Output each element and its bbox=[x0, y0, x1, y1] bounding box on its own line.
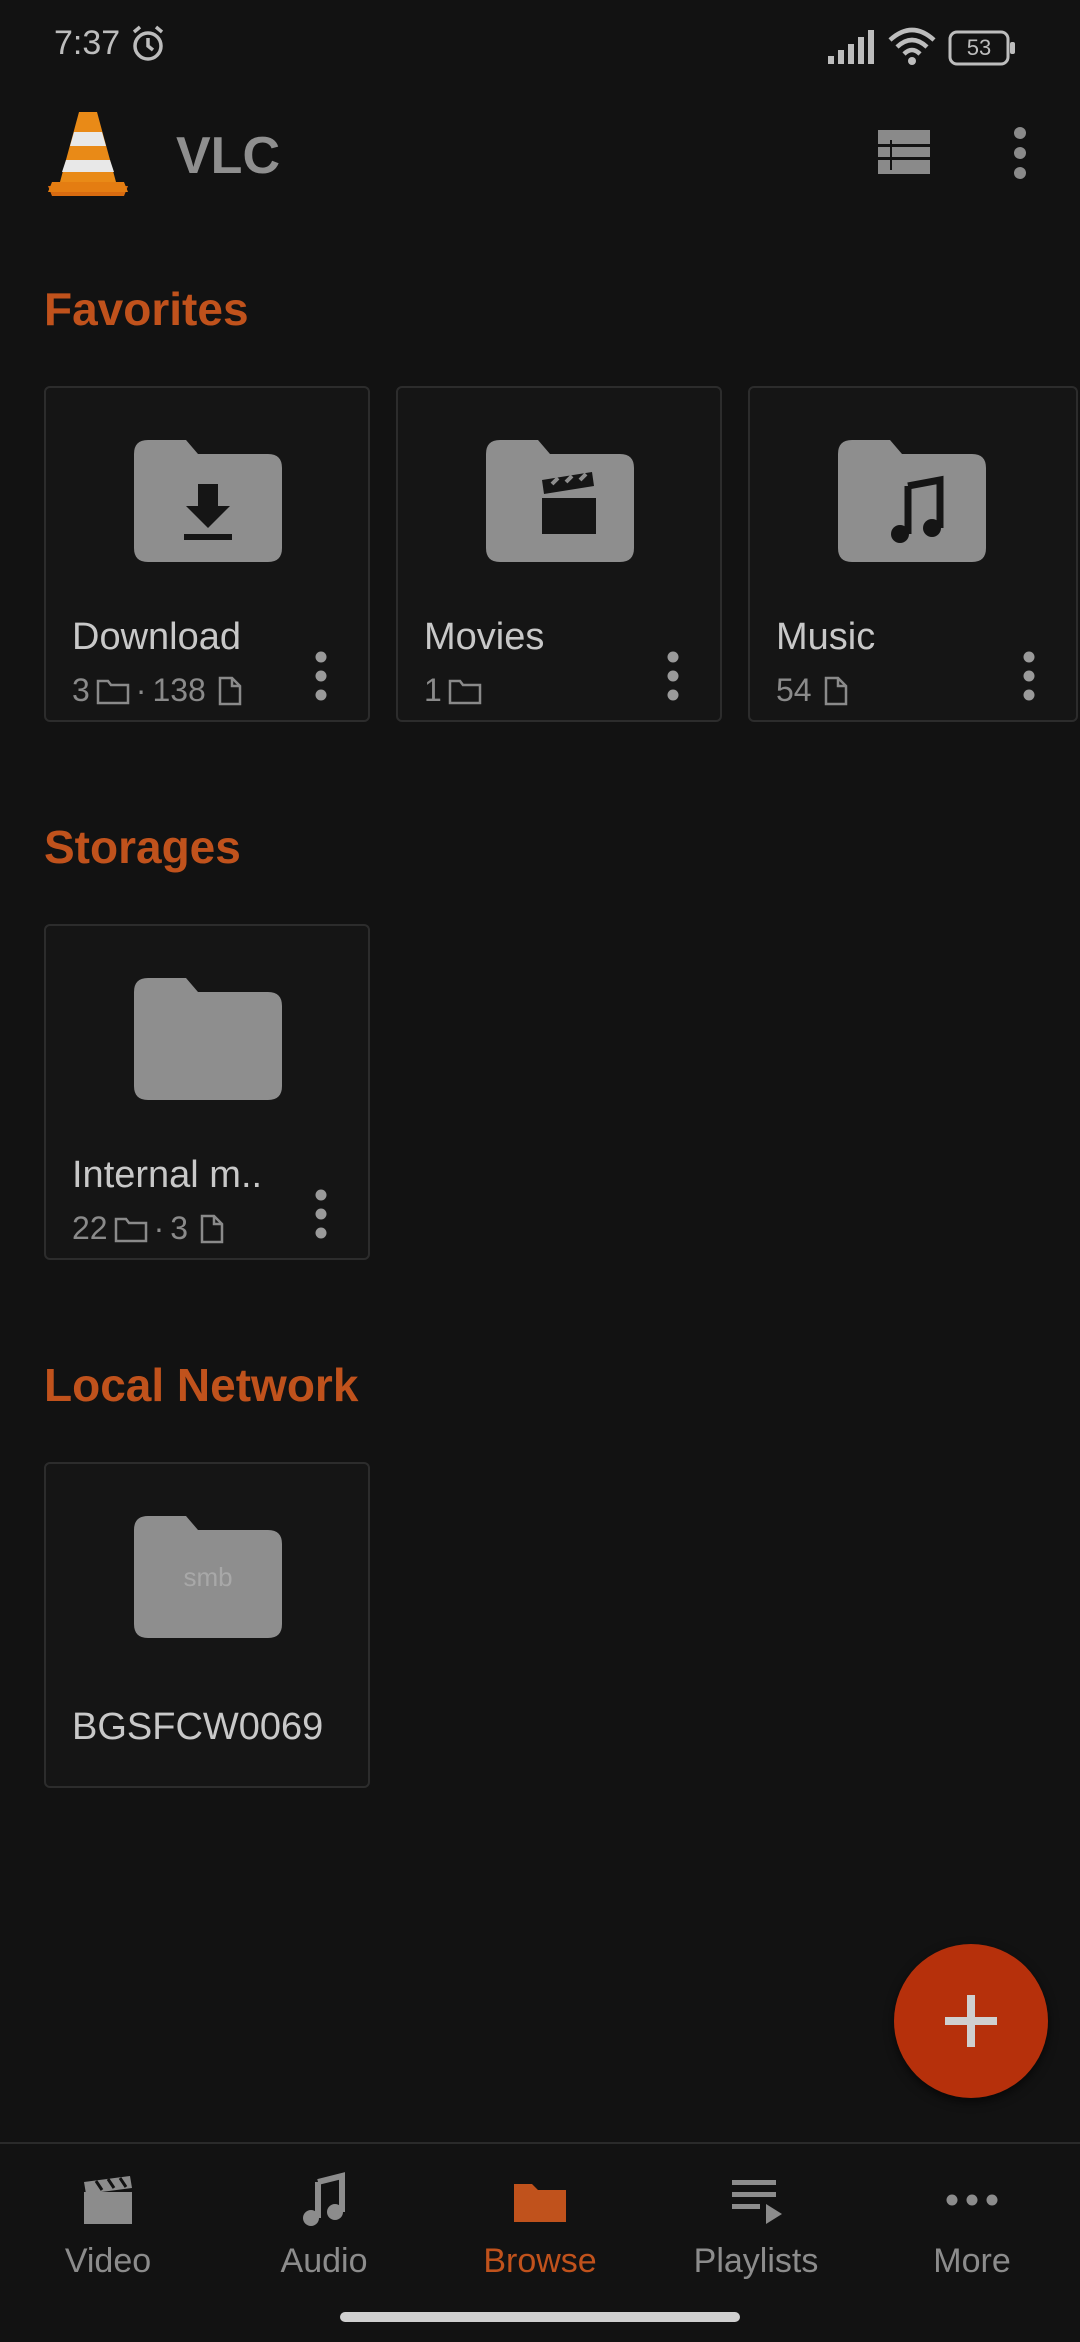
storage-card-internal[interactable]: Internal m.. 22 · 3 bbox=[44, 924, 370, 1260]
folder-outline-icon bbox=[114, 1217, 147, 1242]
card-name: BGSFCW0069 bbox=[72, 1706, 324, 1748]
card-more-icon[interactable] bbox=[314, 1188, 328, 1240]
card-more-icon[interactable] bbox=[1022, 650, 1036, 702]
plus-icon bbox=[945, 1995, 997, 2047]
card-more-icon[interactable] bbox=[666, 650, 680, 702]
status-bar: 7:37 53 bbox=[0, 0, 1080, 96]
card-meta: 3 · 138 bbox=[72, 672, 246, 709]
list-view-icon[interactable] bbox=[878, 130, 930, 174]
signal-icon bbox=[828, 30, 874, 64]
folder-count: 3 bbox=[72, 672, 90, 708]
folder-icon bbox=[134, 978, 282, 1100]
overflow-menu-icon[interactable] bbox=[1010, 126, 1030, 180]
file-count: 138 bbox=[152, 672, 206, 708]
nav-label: Video bbox=[64, 2242, 152, 2280]
add-fab-button[interactable] bbox=[894, 1944, 1048, 2098]
nav-item-playlists[interactable]: Playlists bbox=[648, 2172, 864, 2302]
video-icon bbox=[84, 2176, 132, 2224]
section-title-storages: Storages bbox=[44, 821, 241, 873]
favorite-card-music[interactable]: Music 54 bbox=[748, 386, 1078, 722]
more-dots-icon bbox=[946, 2194, 998, 2206]
download-folder-icon bbox=[134, 440, 282, 562]
nav-label: Browse bbox=[483, 2242, 597, 2280]
meta-separator: · bbox=[135, 672, 147, 708]
playlists-icon bbox=[732, 2180, 782, 2224]
nav-label: More bbox=[933, 2242, 1011, 2280]
favorite-card-download[interactable]: Download 3 · 138 bbox=[44, 386, 370, 722]
nav-item-audio[interactable]: Audio bbox=[216, 2172, 432, 2302]
app-title: VLC bbox=[176, 127, 280, 185]
card-meta: 1 bbox=[424, 672, 482, 709]
folder-outline-icon bbox=[448, 679, 482, 704]
home-indicator[interactable] bbox=[340, 2312, 740, 2322]
folder-count: 1 bbox=[424, 672, 442, 708]
file-count: 54 bbox=[776, 672, 812, 708]
nav-label: Playlists bbox=[693, 2242, 819, 2280]
folder-count: 22 bbox=[72, 1210, 108, 1246]
music-folder-icon bbox=[838, 440, 986, 562]
card-meta: 22 · 3 bbox=[72, 1210, 228, 1247]
favorite-card-movies[interactable]: Movies 1 bbox=[396, 386, 722, 722]
movies-folder-icon bbox=[486, 440, 634, 562]
wifi-icon bbox=[888, 27, 936, 65]
file-outline-icon bbox=[200, 1214, 224, 1243]
file-outline-icon bbox=[824, 676, 847, 705]
nav-item-video[interactable]: Video bbox=[0, 2172, 216, 2302]
nav-label: Audio bbox=[280, 2242, 368, 2280]
audio-icon bbox=[303, 2172, 345, 2226]
vlc-logo-icon bbox=[48, 112, 128, 196]
card-name: Internal m.. bbox=[72, 1154, 263, 1196]
card-more-icon[interactable] bbox=[314, 650, 328, 702]
alarm-icon bbox=[132, 25, 164, 61]
card-name: Movies bbox=[424, 616, 545, 658]
smb-folder-icon: smb bbox=[134, 1516, 282, 1638]
card-name: Music bbox=[776, 616, 876, 658]
file-count: 3 bbox=[170, 1210, 189, 1246]
section-title-favorites: Favorites bbox=[44, 283, 249, 335]
card-meta: 54 bbox=[776, 672, 852, 709]
status-time: 7:37 bbox=[54, 24, 121, 62]
card-name: Download bbox=[72, 616, 241, 658]
section-title-local-network: Local Network bbox=[44, 1359, 359, 1411]
folder-outline-icon bbox=[96, 679, 130, 704]
nav-item-more[interactable]: More bbox=[864, 2172, 1080, 2302]
file-outline-icon bbox=[218, 676, 242, 705]
nav-item-browse[interactable]: Browse bbox=[432, 2172, 648, 2302]
browse-folder-icon bbox=[514, 2184, 566, 2222]
smb-label: smb bbox=[183, 1562, 232, 1592]
network-card-smb[interactable]: smb BGSFCW0069 bbox=[44, 1462, 370, 1788]
battery-level: 53 bbox=[966, 35, 992, 60]
meta-separator: · bbox=[153, 1210, 165, 1246]
